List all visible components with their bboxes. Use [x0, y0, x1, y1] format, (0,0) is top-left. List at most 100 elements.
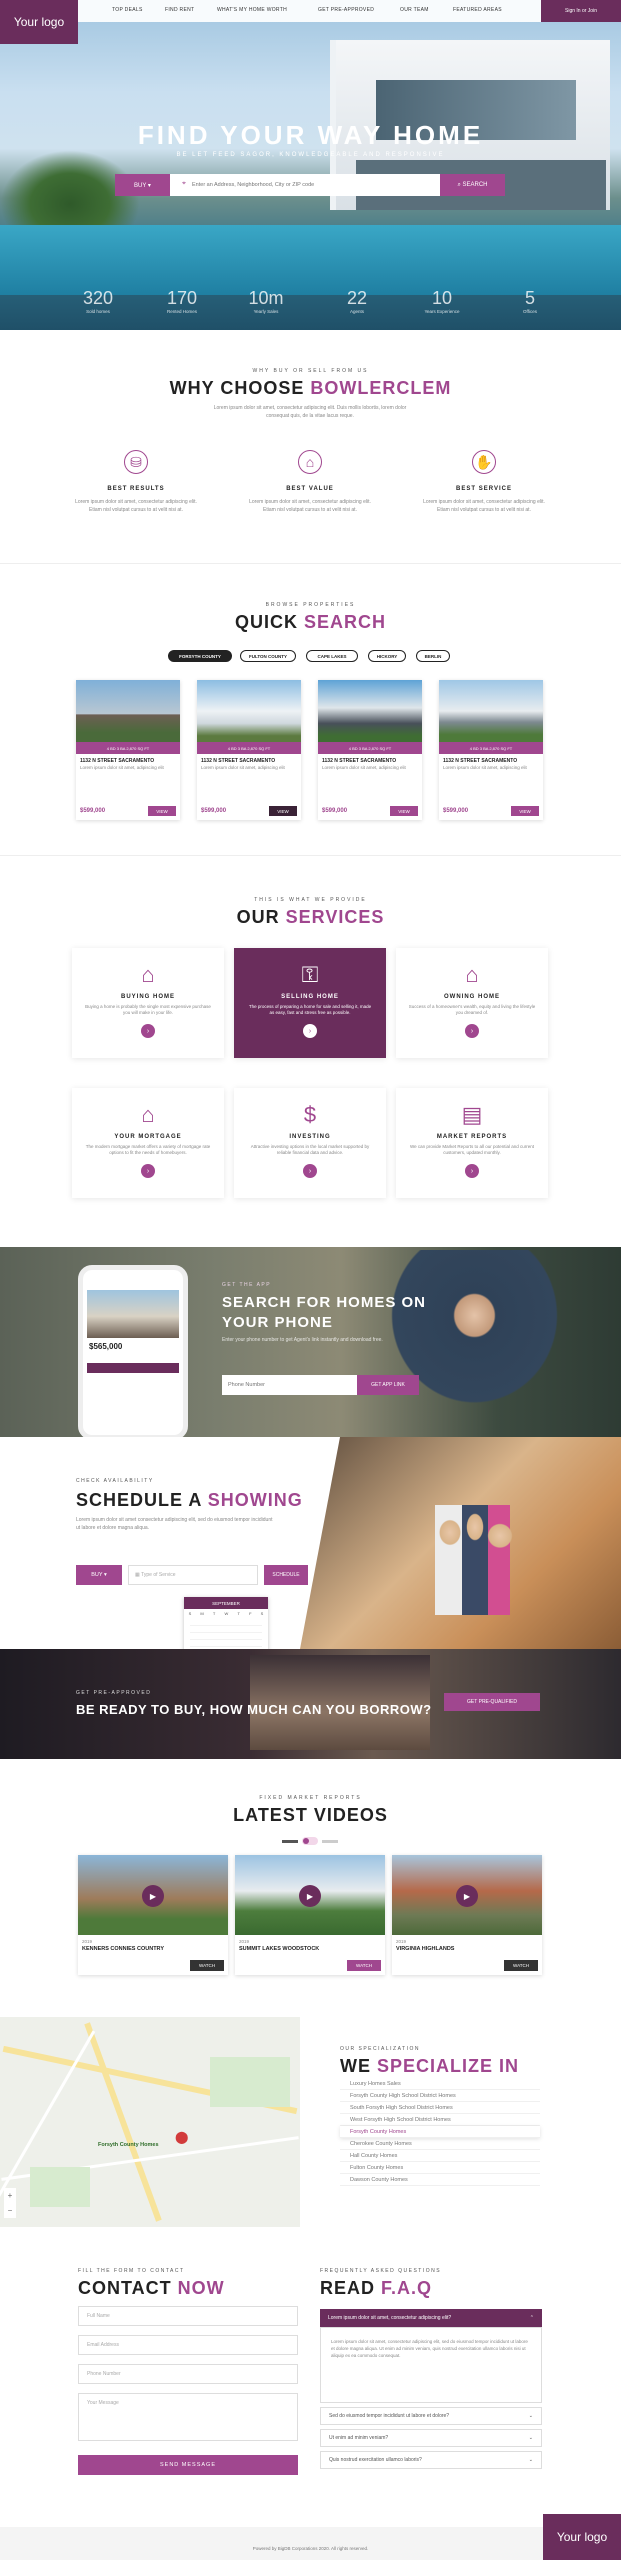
arrow-right-icon[interactable]: › — [141, 1164, 155, 1178]
videos-title: LATEST VIDEOS — [233, 1805, 388, 1825]
property-price: $599,000 — [80, 808, 106, 814]
stat-label: Offices — [523, 309, 537, 314]
services-kicker: THIS IS WHAT WE PROVIDE — [254, 897, 367, 903]
faq-question-text: Quis nostrud exercitation ullamco labori… — [329, 2457, 422, 2463]
watch-button[interactable]: WATCH — [347, 1960, 381, 1971]
list-item[interactable]: Forsyth County High School District Home… — [340, 2090, 540, 2102]
phone-field[interactable]: Phone Number — [78, 2364, 298, 2384]
hero-title: FIND YOUR WAY HOME — [137, 120, 484, 150]
arrow-right-icon[interactable]: › — [465, 1164, 479, 1178]
video-card[interactable]: ▶ 2019 KENNERS CONNIES COUNTRY WATCH — [78, 1855, 228, 1975]
property-price: $599,000 — [322, 808, 348, 814]
arrow-right-icon[interactable]: › — [303, 1164, 317, 1178]
service-card[interactable]: ⌂ OWNING HOME Success of a homeowner's wea… — [396, 948, 548, 1058]
list-item[interactable]: Hall County Homes — [340, 2150, 540, 2162]
property-price: $599,000 — [201, 808, 227, 814]
schedule-buy-dropdown[interactable]: BUY ▾ — [76, 1565, 122, 1585]
play-icon[interactable]: ▶ — [142, 1885, 164, 1907]
hero-search-button[interactable]: ⌕ SEARCH — [440, 174, 505, 196]
arrow-right-icon[interactable]: › — [141, 1024, 155, 1038]
nav-find-rent[interactable]: Find Rent — [165, 7, 194, 13]
map[interactable] — [0, 2017, 300, 2227]
list-item[interactable]: Dawson County Homes — [340, 2174, 540, 2186]
man-with-phone-image — [380, 1250, 590, 1437]
services-title-accent: SERVICES — [285, 907, 385, 927]
nav-home-worth[interactable]: What's My Home Worth — [217, 7, 287, 13]
view-button[interactable]: VIEW — [390, 806, 418, 816]
send-message-button[interactable]: SEND MESSAGE — [78, 2455, 298, 2475]
service-card[interactable]: $ INVESTING Attractive investing options i… — [234, 1088, 386, 1198]
view-button[interactable]: VIEW — [148, 806, 176, 816]
list-item[interactable]: South Forsyth High School District Homes — [340, 2102, 540, 2114]
list-item[interactable]: Fulton County Homes — [340, 2162, 540, 2174]
tab-forsyth[interactable]: FORSYTH COUNTY — [168, 650, 232, 662]
tab-fulton[interactable]: FULTON COUNTY — [240, 650, 296, 662]
list-item[interactable]: Forsyth County Homes — [340, 2126, 540, 2138]
list-item[interactable]: Cherokee County Homes — [340, 2138, 540, 2150]
stat-sold: 320 Sold homes — [68, 288, 128, 314]
play-icon[interactable]: ▶ — [456, 1885, 478, 1907]
get-app-link-button[interactable]: GET APP LINK — [357, 1375, 419, 1395]
view-button[interactable]: VIEW — [511, 806, 539, 816]
calendar-weekdays: SMTWTFS — [184, 1609, 268, 1618]
faq-question[interactable]: Quis nostrud exercitation ullamco labori… — [320, 2451, 542, 2469]
tab-cape-lakes[interactable]: CAPE LAKES — [306, 650, 358, 662]
weekday: M — [200, 1611, 204, 1616]
view-button[interactable]: VIEW — [269, 806, 297, 816]
weekday: F — [249, 1611, 252, 1616]
video-card[interactable]: ▶ 2019 VIRGINIA HIGHLANDS WATCH — [392, 1855, 542, 1975]
arrow-right-icon[interactable]: › — [303, 1024, 317, 1038]
app-kicker: GET THE APP — [222, 1282, 272, 1288]
faq-question[interactable]: Ut enim ad minim veniam? ⌄ — [320, 2429, 542, 2447]
message-field[interactable]: Your Message — [78, 2393, 298, 2441]
property-address: 1132 N STREET SACRAMENTO — [322, 758, 397, 764]
stat-sales: 10m Yearly Sales — [236, 288, 296, 314]
videos-toggle[interactable] — [275, 1837, 345, 1845]
faq-question[interactable]: Sed do eiusmod tempor incididunt ut labo… — [320, 2407, 542, 2425]
list-item[interactable]: West Forsyth High School District Homes — [340, 2114, 540, 2126]
service-card[interactable]: ⌂ YOUR MORTGAGE The modern mortgage market… — [72, 1088, 224, 1198]
report-icon: ▤ — [461, 1102, 483, 1127]
chevron-down-icon: ⌄ — [528, 2435, 533, 2441]
faq-open-question[interactable]: Lorem ipsum dolor sit amet, consectetur … — [320, 2309, 542, 2327]
nav-pre-approved[interactable]: Get Pre-Approved — [318, 7, 374, 13]
chevron-up-icon: ⌃ — [529, 2315, 534, 2321]
why-kicker: WHY BUY OR SELL FROM US — [252, 368, 369, 374]
email-field[interactable]: Email Address — [78, 2335, 298, 2355]
tab-berlin[interactable]: BERLIN — [416, 650, 450, 662]
property-card[interactable]: 4 BD 3 BA 2,870 SQ FT 1132 N STREET SACR… — [318, 680, 422, 820]
buy-dropdown[interactable]: BUY ▾ — [115, 174, 170, 196]
hero-search-input[interactable] — [192, 178, 432, 192]
video-card[interactable]: ▶ 2019 SUMMIT LAKES WOODSTOCK WATCH — [235, 1855, 385, 1975]
property-card[interactable]: 4 BD 3 BA 2,870 SQ FT 1132 N STREET SACR… — [197, 680, 301, 820]
nav-featured-areas[interactable]: Featured Areas — [453, 7, 502, 13]
nav-our-team[interactable]: Our Team — [400, 7, 429, 13]
service-type-label: Type of Service — [141, 1572, 176, 1578]
watch-button[interactable]: WATCH — [190, 1960, 224, 1971]
zoom-controls[interactable]: + − — [4, 2188, 16, 2218]
footer-logo[interactable]: Your logo — [543, 2514, 621, 2560]
full-name-field[interactable]: Full Name — [78, 2306, 298, 2326]
schedule-button[interactable]: SCHEDULE — [264, 1565, 308, 1585]
play-icon[interactable]: ▶ — [299, 1885, 321, 1907]
service-card[interactable]: ⌂ BUYING HOME Buying a home is probably th… — [72, 948, 224, 1058]
phone-number-input[interactable] — [222, 1375, 357, 1395]
property-card[interactable]: 4 BD 3 BA 2,870 SQ FT 1132 N STREET SACR… — [76, 680, 180, 820]
map-pin-icon[interactable]: ⬤ — [175, 2130, 188, 2144]
service-card[interactable]: ⚿ SELLING HOME The process of preparing a … — [234, 948, 386, 1058]
tab-hickory[interactable]: HICKORY — [368, 650, 406, 662]
toggle-switch[interactable] — [302, 1837, 318, 1845]
logo[interactable]: Your logo — [0, 0, 78, 44]
pre-qualified-button[interactable]: GET PRE-QUALIFIED — [444, 1693, 540, 1711]
list-item[interactable]: Luxury Homes Sales — [340, 2078, 540, 2090]
weekday: S — [260, 1611, 264, 1616]
property-card[interactable]: 4 BD 3 BA 2,870 SQ FT 1132 N STREET SACR… — [439, 680, 543, 820]
arrow-right-icon[interactable]: › — [465, 1024, 479, 1038]
why-item-desc: Lorem ipsum dolor sit amet, consectetur … — [423, 499, 545, 513]
watch-button[interactable]: WATCH — [504, 1960, 538, 1971]
service-card[interactable]: ▤ MARKET REPORTS We can provide Market Rep… — [396, 1088, 548, 1198]
signin-button[interactable]: Sign In or Join — [541, 0, 621, 22]
service-type-select[interactable]: ▦ Type of Service — [128, 1565, 258, 1585]
nav-top-deals[interactable]: Top Deals — [112, 7, 143, 13]
why-text: Lorem ipsum dolor sit amet, consectetur … — [213, 405, 407, 419]
